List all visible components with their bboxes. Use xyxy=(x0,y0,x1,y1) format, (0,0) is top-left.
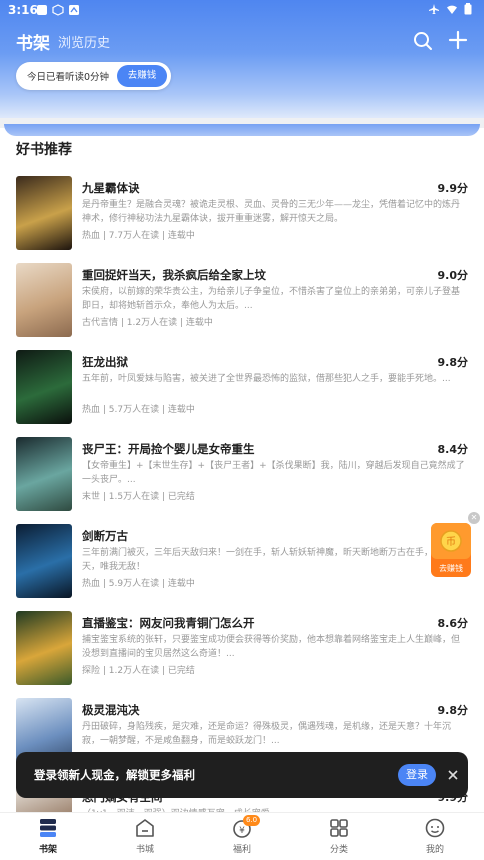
header-background: 3:16 书架 浏览历史 今日已看听读0分钟 去赚钱 xyxy=(0,0,484,118)
nav-label: 书城 xyxy=(135,845,154,855)
book-description: 三年前满门被灭，三年后天敌归来！一剑在手，斩人斩妖斩神魔，昕天断地断万古在手，教… xyxy=(82,548,461,572)
book-description: 【女帝重生】+【末世生存】+【丧尸王者】+【杀伐果断】我，陆川，穿越后发现自己竟… xyxy=(82,461,465,485)
book-score: 9.0分 xyxy=(437,269,469,282)
float-reward-label: 去赚钱 xyxy=(439,564,463,573)
svg-text:币: 币 xyxy=(446,536,456,548)
profile-icon xyxy=(425,818,445,838)
book-description: 宋侯府，以前嫁的荣华贵公主，为给亲儿子争皇位，不惜杀害了皇位上的亲弟弟，可亲儿子… xyxy=(82,287,461,311)
header-curve xyxy=(4,124,480,136)
book-title[interactable]: 剑断万古 xyxy=(82,528,128,544)
book-cover[interactable] xyxy=(16,524,72,598)
login-toast: 登录领新人现金，解锁更多福利 登录 xyxy=(16,752,468,798)
book-title[interactable]: 直播鉴宝：网友问我青铜门怎么开 xyxy=(82,615,255,631)
book-description: 捕宝鉴宝系统的张轩，只要鉴宝成功便会获得等价奖励，他本想靠着网络鉴宝走上人生巅峰… xyxy=(82,635,461,659)
book-item[interactable]: 丧尸王：开局捡个婴儿是女帝重生 8.4分【女帝重生】+【末世生存】+【丧尸王者】+… xyxy=(0,437,484,521)
book-meta: 热血 | 7.7万人在读 | 连载中 xyxy=(82,231,195,241)
app-notification-icon xyxy=(37,5,47,15)
float-reward-widget[interactable]: 币 去赚钱 xyxy=(429,521,473,579)
book-item[interactable]: 直播鉴宝：网友问我青铜门怎么开 8.6分捕宝鉴宝系统的张轩，只要鉴宝成功便会获得等… xyxy=(0,611,484,695)
book-title[interactable]: 极灵混沌决 xyxy=(82,702,140,718)
toast-message: 登录领新人现金，解锁更多福利 xyxy=(34,768,195,782)
nav-label: 我的 xyxy=(425,845,444,855)
section-title: 好书推荐 xyxy=(16,142,72,158)
bookstore-icon xyxy=(136,819,154,837)
nav-label: 分类 xyxy=(329,845,348,855)
book-score: 8.6分 xyxy=(437,617,469,630)
welfare-badge: 6.0 xyxy=(243,815,261,826)
book-item[interactable]: 九星霸体诀 9.9分是丹帝重生？是融合灵魂？被诡走灵根、灵血、灵骨的三无少年——龙… xyxy=(0,176,484,260)
cube-icon xyxy=(52,4,64,16)
airplane-icon xyxy=(429,4,439,14)
svg-text:¥: ¥ xyxy=(239,826,245,836)
book-score: 9.8分 xyxy=(437,704,469,717)
listen-time-text: 今日已看听读0分钟 xyxy=(27,72,110,83)
book-cover[interactable] xyxy=(16,611,72,685)
book-meta: 末世 | 1.5万人在读 | 已完结 xyxy=(82,492,195,502)
status-time: 3:16 xyxy=(8,3,38,17)
tab-browse-history[interactable]: 浏览历史 xyxy=(58,32,110,51)
book-item[interactable]: 重回捉奸当天，我杀疯后给全家上坟 9.0分宋侯府，以前嫁的荣华贵公主，为给亲儿子争… xyxy=(0,263,484,347)
book-title[interactable]: 重回捉奸当天，我杀疯后给全家上坟 xyxy=(82,267,266,283)
top-bar: 书架 浏览历史 xyxy=(0,26,484,56)
book-item[interactable]: 狂龙出狱 9.8分五年前，叶凤爱妹与陷害，被关进了全世界最恐怖的监狱，借那些犯人之… xyxy=(0,350,484,434)
search-icon[interactable] xyxy=(412,30,434,52)
book-title[interactable]: 狂龙出狱 xyxy=(82,354,128,370)
close-icon[interactable] xyxy=(444,766,462,784)
earn-money-button[interactable]: 去赚钱 xyxy=(117,65,167,87)
bottom-nav: 书架 书城 ¥ 6.0 福利 分类 我的 xyxy=(0,812,484,860)
book-cover[interactable] xyxy=(16,350,72,424)
book-meta: 古代言情 | 1.2万人在读 | 连载中 xyxy=(82,318,213,328)
book-item[interactable]: 剑断万古9.8分三年前满门被灭，三年后天敌归来！一剑在手，斩人斩妖斩神魔，昕天断… xyxy=(0,524,484,608)
book-score: 8.4分 xyxy=(437,443,469,456)
media-icon xyxy=(69,5,79,15)
book-meta: 热血 | 5.9万人在读 | 连载中 xyxy=(82,579,195,589)
nav-label: 书架 xyxy=(38,845,57,855)
listen-time-pill: 今日已看听读0分钟 去赚钱 xyxy=(16,62,171,90)
book-meta: 热血 | 5.7万人在读 | 连载中 xyxy=(82,405,195,415)
status-right-icons xyxy=(428,3,472,15)
tab-bookshelf[interactable]: 书架 xyxy=(16,29,50,54)
book-meta: 探险 | 1.2万人在读 | 已完结 xyxy=(82,666,195,676)
nav-bookshelf[interactable]: 书架 xyxy=(18,817,78,860)
add-icon[interactable] xyxy=(447,29,469,51)
book-title[interactable]: 九星霸体诀 xyxy=(82,180,140,196)
status-bar: 3:16 xyxy=(0,0,484,22)
bookshelf-icon xyxy=(40,819,56,837)
nav-bookstore[interactable]: 书城 xyxy=(115,817,175,860)
nav-profile[interactable]: 我的 xyxy=(405,817,465,860)
wifi-icon xyxy=(447,5,457,14)
nav-category[interactable]: 分类 xyxy=(309,817,369,860)
book-cover[interactable] xyxy=(16,263,72,337)
nav-label: 福利 xyxy=(232,845,251,855)
book-score: 9.9分 xyxy=(437,182,469,195)
book-description: 五年前，叶凤爱妹与陷害，被关进了全世界最恐怖的监狱，借那些犯人之手，要能手死地。… xyxy=(82,374,451,384)
book-cover[interactable] xyxy=(16,176,72,250)
category-icon xyxy=(330,819,348,837)
book-title[interactable]: 丧尸王：开局捡个婴儿是女帝重生 xyxy=(82,441,255,457)
book-score: 9.8分 xyxy=(437,356,469,369)
nav-welfare[interactable]: ¥ 6.0 福利 xyxy=(212,815,272,860)
book-description: 是丹帝重生？是融合灵魂？被诡走灵根、灵血、灵骨的三无少年——龙尘，凭借着记忆中的… xyxy=(82,200,461,224)
battery-icon xyxy=(464,3,472,15)
book-cover[interactable] xyxy=(16,437,72,511)
login-button[interactable]: 登录 xyxy=(398,764,436,786)
book-description: 丹田破碎，身陷残疾，是灾难，还是命运？得殊极灵，偶遇残魂，是机缘，还是天意？十年… xyxy=(82,722,452,746)
